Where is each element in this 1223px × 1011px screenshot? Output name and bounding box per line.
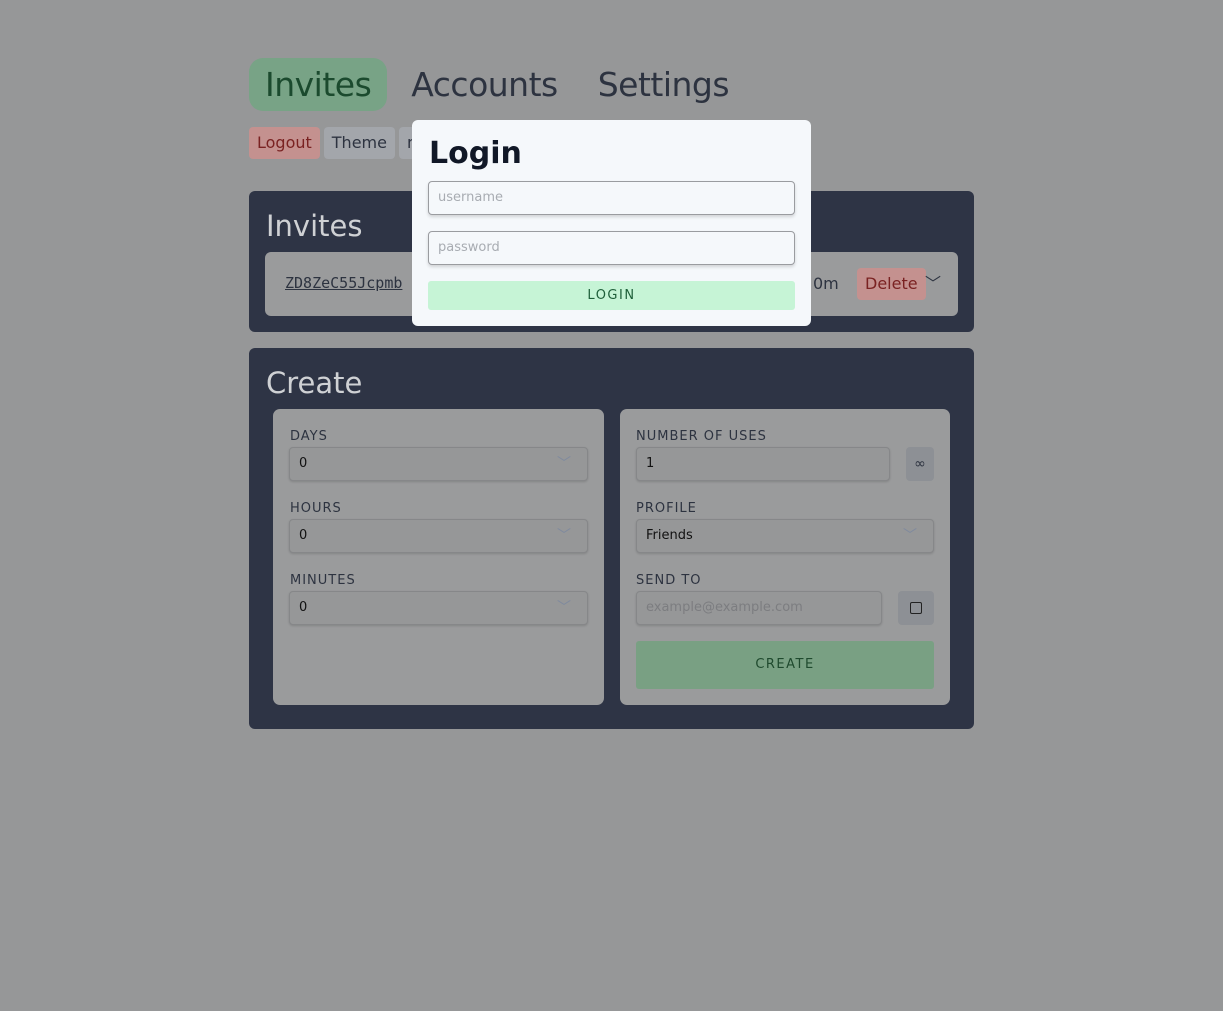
send-to-checkbox[interactable] bbox=[898, 591, 934, 625]
hours-select[interactable]: 0 ﹀ bbox=[289, 519, 588, 553]
tab-accounts[interactable]: Accounts bbox=[395, 58, 573, 111]
days-select[interactable]: 0 ﹀ bbox=[289, 447, 588, 481]
theme-button[interactable]: Theme bbox=[323, 127, 395, 159]
chevron-down-icon: ﹀ bbox=[557, 600, 571, 616]
invites-title: Invites bbox=[266, 209, 363, 243]
minutes-value: 0 bbox=[299, 600, 308, 615]
create-title: Create bbox=[266, 366, 363, 400]
toolbar: Logout Theme m bbox=[249, 127, 431, 159]
infinity-button[interactable]: ∞ bbox=[906, 447, 934, 481]
chevron-down-icon: ﹀ bbox=[903, 528, 917, 544]
username-input[interactable]: username bbox=[428, 181, 795, 215]
chevron-down-icon: ﹀ bbox=[557, 528, 571, 544]
password-input[interactable]: password bbox=[428, 231, 795, 265]
profile-label: PROFILE bbox=[636, 501, 697, 516]
days-value: 0 bbox=[299, 456, 308, 471]
options-panel: NUMBER OF USES 1 ∞ PROFILE Friends ﹀ SEND… bbox=[620, 409, 950, 705]
profile-select[interactable]: Friends ﹀ bbox=[636, 519, 934, 553]
nav-tabs: Invites Accounts Settings bbox=[249, 58, 745, 111]
login-modal: Login username password LOGIN bbox=[412, 120, 811, 326]
login-button[interactable]: LOGIN bbox=[428, 281, 795, 310]
create-card: Create DAYS 0 ﹀ HOURS 0 ﹀ MINUTES 0 ﹀ NUMBE… bbox=[249, 348, 974, 729]
hours-label: HOURS bbox=[290, 501, 342, 516]
checkbox-icon bbox=[910, 602, 922, 614]
minutes-select[interactable]: 0 ﹀ bbox=[289, 591, 588, 625]
profile-value: Friends bbox=[646, 528, 693, 543]
uses-label: NUMBER OF USES bbox=[636, 429, 767, 444]
create-button[interactable]: CREATE bbox=[636, 641, 934, 689]
chevron-down-icon: ﹀ bbox=[557, 456, 571, 472]
days-label: DAYS bbox=[290, 429, 328, 444]
delete-button[interactable]: Delete bbox=[857, 268, 926, 300]
invite-code-link[interactable]: ZD8ZeC55Jcpmb bbox=[285, 274, 402, 292]
duration-panel: DAYS 0 ﹀ HOURS 0 ﹀ MINUTES 0 ﹀ bbox=[273, 409, 604, 705]
login-title: Login bbox=[429, 136, 522, 171]
hours-value: 0 bbox=[299, 528, 308, 543]
send-to-label: SEND TO bbox=[636, 573, 702, 588]
tab-invites[interactable]: Invites bbox=[249, 58, 388, 111]
chevron-down-icon[interactable]: ﹀ bbox=[925, 270, 941, 294]
tab-settings[interactable]: Settings bbox=[582, 58, 745, 111]
logout-button[interactable]: Logout bbox=[249, 127, 320, 159]
invite-expiry: 0m bbox=[813, 274, 839, 293]
minutes-label: MINUTES bbox=[290, 573, 356, 588]
uses-input[interactable]: 1 bbox=[636, 447, 890, 481]
send-to-input[interactable]: example@example.com bbox=[636, 591, 882, 625]
